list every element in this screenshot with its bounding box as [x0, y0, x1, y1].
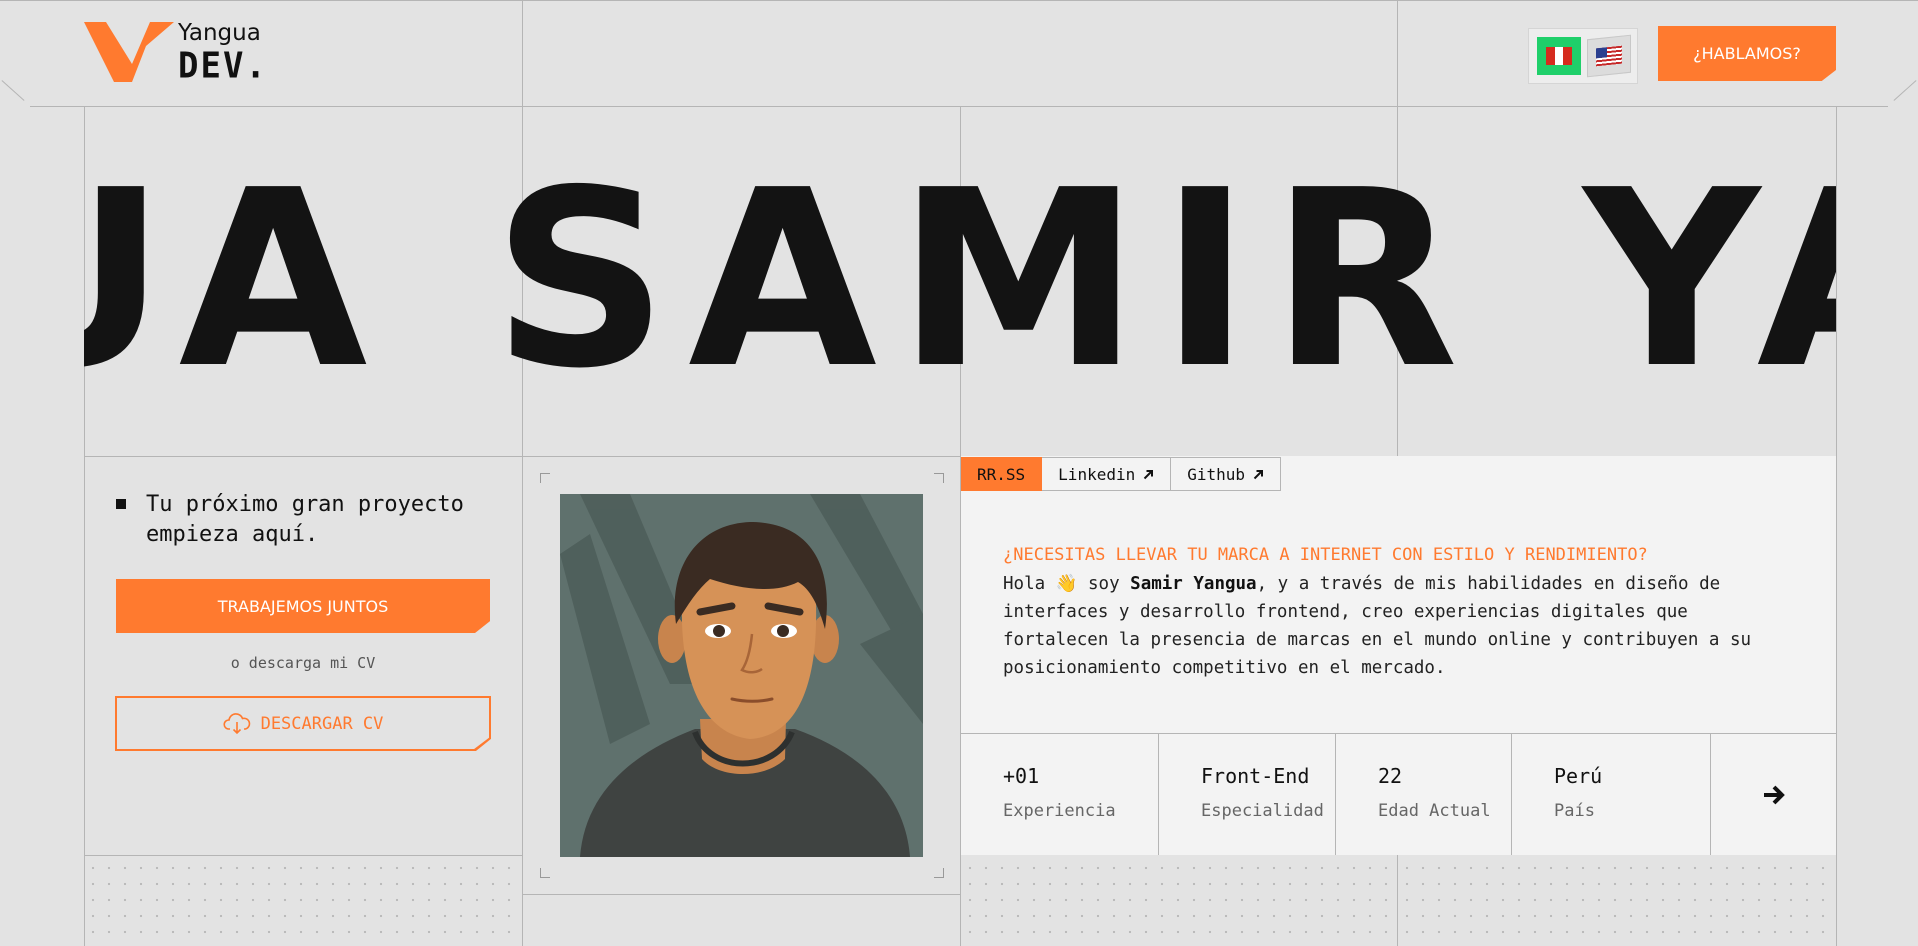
logo-mark-icon: [84, 22, 174, 82]
stat-value: Perú: [1554, 764, 1603, 788]
arrow-up-right-icon: [1144, 469, 1154, 479]
tab-social[interactable]: RR.SS: [961, 457, 1043, 491]
tab-label: RR.SS: [977, 464, 1026, 484]
cloud-download-icon: [223, 712, 250, 734]
about-headline: ¿NECESITAS LLEVAR TU MARCA A INTERNET CO…: [1003, 545, 1648, 565]
contact-button[interactable]: ¿HABLAMOS?: [1658, 26, 1836, 81]
header-chamfer-left: [1, 80, 25, 101]
marquee-text: UA SAMIR YA: [84, 138, 1836, 422]
brand-name-top: Yangua: [178, 19, 261, 46]
stat-country: Perú País: [1512, 734, 1711, 855]
avatar-illustration: [560, 494, 923, 857]
stat-label: Experiencia: [1003, 801, 1116, 821]
stat-label: Especialidad: [1201, 801, 1324, 821]
frame-corner: [540, 868, 550, 878]
tab-github[interactable]: Github: [1171, 457, 1282, 491]
tab-label: Linkedin: [1058, 464, 1136, 484]
bio-greeting: Hola 👋 soy: [1003, 574, 1131, 594]
grid-line: [1397, 855, 1398, 946]
dotted-pattern: [962, 860, 1396, 946]
name-marquee: UA SAMIR YA: [84, 106, 1836, 456]
stat-experience: +01 Experiencia: [961, 734, 1159, 855]
tab-label: Github: [1187, 464, 1246, 484]
stat-value: Front-End: [1201, 764, 1310, 788]
grid-line: [522, 894, 960, 895]
frame-corner: [934, 868, 944, 878]
peru-flag-icon[interactable]: [1537, 37, 1581, 75]
download-hint: o descarga mi CV: [230, 654, 376, 672]
frame-corner: [934, 473, 944, 483]
work-together-button[interactable]: TRABAJEMOS JUNTOS: [116, 579, 490, 633]
brand-name-bottom: DEV.: [178, 44, 268, 87]
stat-label: Edad Actual: [1378, 801, 1491, 821]
usa-flag-icon[interactable]: [1587, 34, 1631, 78]
stat-value: +01: [1003, 764, 1040, 788]
stat-age: 22 Edad Actual: [1336, 734, 1512, 855]
header-top-border: [0, 0, 1918, 1]
grid-line: [1836, 106, 1837, 946]
stats-row: +01 Experiencia Front-End Especialidad 2…: [961, 733, 1836, 855]
download-cv-label: DESCARGAR CV: [260, 713, 384, 734]
social-tabs: RR.SS Linkedin Github: [961, 457, 1282, 492]
header-chamfer-right: [1893, 80, 1917, 101]
grid-line: [84, 855, 523, 856]
arrow-up-right-icon: [1253, 469, 1264, 479]
download-cv-button[interactable]: DESCARGAR CV: [115, 696, 491, 751]
tab-linkedin[interactable]: Linkedin: [1042, 457, 1172, 491]
language-switcher[interactable]: [1528, 28, 1638, 84]
frame-corner: [540, 473, 550, 483]
bio-name: Samir Yangua: [1130, 574, 1257, 594]
arrow-right-icon: [1763, 785, 1785, 804]
brand-logo[interactable]: Yangua DEV.: [84, 20, 268, 84]
bullet-icon: [116, 499, 126, 509]
about-bio: Hola 👋 soy Samir Yangua, y a través de m…: [1003, 570, 1803, 682]
stat-value: 22: [1378, 764, 1403, 788]
stat-label: País: [1554, 801, 1595, 821]
dotted-pattern: [1399, 860, 1835, 946]
dotted-pattern: [85, 860, 521, 946]
stat-specialty: Front-End Especialidad: [1159, 734, 1336, 855]
tagline-block: Tu próximo gran proyecto empieza aquí.: [116, 490, 516, 550]
avatar: [560, 494, 923, 857]
next-button[interactable]: [1711, 734, 1836, 855]
tagline: Tu próximo gran proyecto empieza aquí.: [146, 492, 464, 547]
